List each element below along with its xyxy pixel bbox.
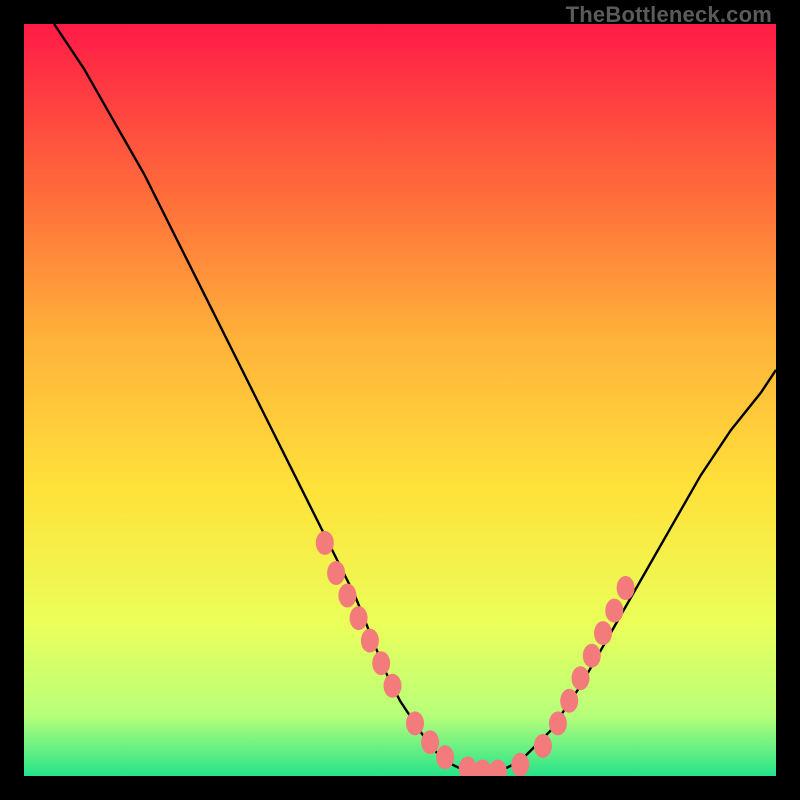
watermark-text: TheBottleneck.com xyxy=(566,2,772,28)
highlight-dot xyxy=(436,745,454,769)
highlight-dot xyxy=(350,606,368,630)
highlight-dot xyxy=(605,599,623,623)
highlight-dot xyxy=(421,730,439,754)
highlight-dot xyxy=(560,689,578,713)
highlight-dot xyxy=(361,629,379,653)
bottleneck-chart xyxy=(24,24,776,776)
highlight-dot xyxy=(549,711,567,735)
highlight-dot xyxy=(372,651,390,675)
highlight-dot xyxy=(572,666,590,690)
highlight-dot xyxy=(406,711,424,735)
chart-frame xyxy=(24,24,776,776)
highlight-dot xyxy=(338,584,356,608)
highlight-dot xyxy=(583,644,601,668)
highlight-dot xyxy=(617,576,635,600)
highlight-dot xyxy=(384,674,402,698)
highlight-dot xyxy=(594,621,612,645)
highlight-dot xyxy=(511,753,529,776)
highlight-dot xyxy=(316,531,334,555)
gradient-background xyxy=(24,24,776,776)
highlight-dot xyxy=(327,561,345,585)
highlight-dot xyxy=(534,734,552,758)
